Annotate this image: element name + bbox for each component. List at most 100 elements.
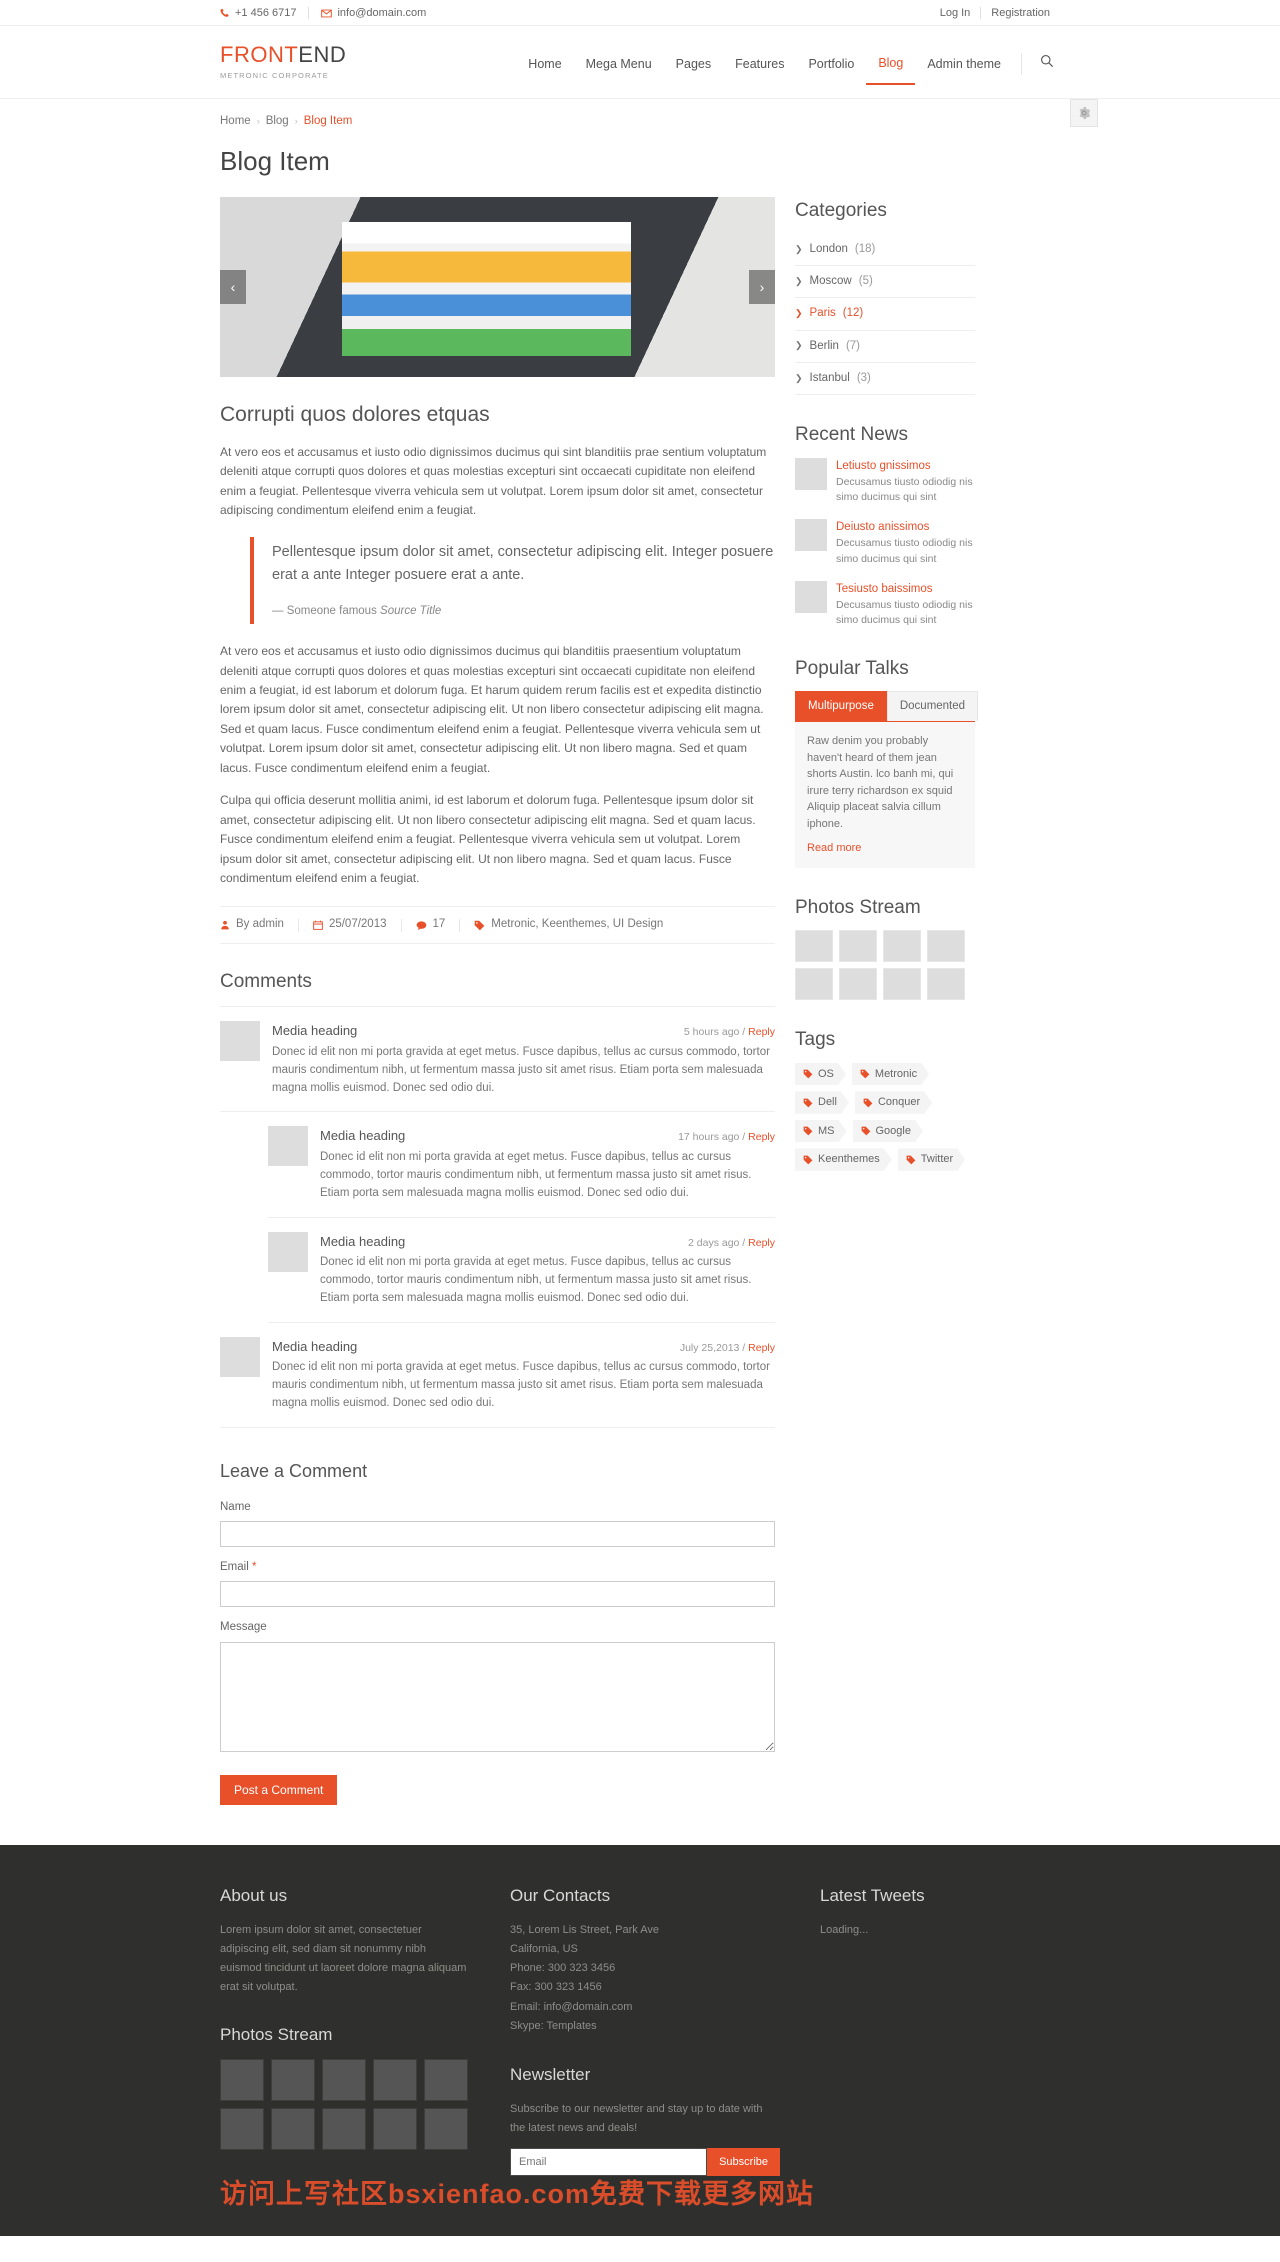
tag-dell[interactable]: Dell	[795, 1091, 849, 1114]
blockquote-source: — Someone famous Source Title	[272, 603, 775, 620]
divider	[1021, 53, 1022, 75]
avatar	[268, 1126, 308, 1167]
news-title-link[interactable]: Letiusto gnissimos	[836, 458, 975, 475]
tab-documented[interactable]: Documented	[886, 691, 979, 722]
photo-thumbnail[interactable]	[839, 930, 877, 963]
photos-stream-heading: Photos Stream	[795, 896, 921, 918]
read-more-link[interactable]: Read more	[807, 840, 861, 857]
newsletter-subscribe-button[interactable]: Subscribe	[707, 2148, 780, 2177]
tags-heading: Tags	[795, 1029, 836, 1051]
breadcrumb-blog[interactable]: Blog	[266, 113, 289, 130]
tag-icon	[803, 1098, 813, 1108]
photo-thumbnail[interactable]	[322, 2108, 366, 2151]
comment-reply-link[interactable]: Reply	[748, 1131, 775, 1143]
photo-thumbnail[interactable]	[927, 930, 965, 963]
comments-list: Media heading 5 hours ago / Reply Donec …	[220, 1006, 775, 1428]
tag-ms[interactable]: MS	[795, 1120, 847, 1143]
comment-text: Donec id elit non mi porta gravida at eg…	[320, 1151, 752, 1199]
category-label: London	[809, 242, 848, 255]
recent-news-heading: Recent News	[795, 424, 908, 445]
category-item-moscow[interactable]: ❯ Moscow (5)	[795, 266, 975, 297]
envelope-icon	[321, 9, 333, 17]
photo-thumbnail[interactable]	[927, 968, 965, 1001]
comment-item: Media heading 2 days ago / Reply Donec i…	[268, 1218, 775, 1323]
category-item-istanbul[interactable]: ❯ Istanbul (3)	[795, 363, 975, 394]
photo-thumbnail[interactable]	[883, 930, 921, 963]
popular-talks-panel: Raw denim you probably haven't heard of …	[795, 722, 975, 868]
photo-thumbnail[interactable]	[373, 2059, 417, 2102]
newsletter-email-input[interactable]	[510, 2148, 708, 2177]
footer-tweets-column: Latest Tweets Loading...	[820, 1883, 1050, 1940]
list-item: ❯ Istanbul (3)	[795, 363, 975, 395]
comment-reply-link[interactable]: Reply	[748, 1026, 775, 1038]
contact-email[interactable]: Email: info@domain.com	[510, 1998, 780, 2017]
nav-item-mega-menu[interactable]: Mega Menu	[574, 44, 664, 84]
footer-about-column: About us Lorem ipsum dolor sit amet, con…	[220, 1883, 470, 2151]
tag-label: Google	[875, 1124, 911, 1137]
email-input[interactable]	[220, 1581, 775, 1608]
post-comment-button[interactable]: Post a Comment	[220, 1775, 338, 1806]
photo-thumbnail[interactable]	[424, 2108, 468, 2151]
tag-label: Metronic	[874, 1067, 918, 1080]
category-label: Berlin	[809, 339, 839, 352]
required-marker: *	[251, 1561, 257, 1574]
login-link[interactable]: Log In	[930, 5, 981, 22]
photo-thumbnail[interactable]	[839, 968, 877, 1001]
tag-icon	[803, 1126, 813, 1136]
tag-label: Dell	[818, 1096, 837, 1109]
category-item-paris[interactable]: ❯ Paris (12)	[795, 298, 975, 329]
comment-reply-link[interactable]: Reply	[748, 1342, 775, 1354]
photo-thumbnail[interactable]	[220, 2108, 264, 2151]
logo-text-front: FRONT	[220, 42, 299, 67]
breadcrumb-home[interactable]: Home	[220, 113, 251, 130]
theme-settings-button[interactable]	[1070, 99, 1098, 127]
nav-item-features[interactable]: Features	[723, 44, 796, 84]
message-textarea[interactable]	[220, 1641, 775, 1752]
photo-thumbnail[interactable]	[795, 930, 833, 963]
news-description: Decusamus tiusto odiodig nis simo ducimu…	[836, 599, 973, 627]
comment-time-label: July 25,2013 /	[679, 1341, 749, 1354]
photo-thumbnail[interactable]	[795, 968, 833, 1001]
tag-os[interactable]: OS	[795, 1063, 846, 1086]
comment-item: Media heading July 25,2013 / Reply Donec…	[220, 1323, 775, 1428]
category-item-london[interactable]: ❯ London (18)	[795, 234, 975, 265]
search-button[interactable]	[1030, 54, 1060, 74]
category-item-berlin[interactable]: ❯ Berlin (7)	[795, 331, 975, 362]
divider	[308, 7, 310, 19]
chevron-right-icon: ❯	[795, 308, 803, 319]
photo-thumbnail[interactable]	[424, 2059, 468, 2102]
nav-item-pages[interactable]: Pages	[664, 44, 723, 84]
comment-reply-link[interactable]: Reply	[748, 1237, 775, 1249]
tag-google[interactable]: Google	[853, 1120, 923, 1143]
tag-metronic[interactable]: Metronic	[852, 1063, 929, 1086]
news-title-link[interactable]: Tesiusto baissimos	[836, 581, 975, 598]
registration-link[interactable]: Registration	[981, 5, 1060, 22]
slider-next-button[interactable]: ›	[749, 270, 775, 305]
site-logo[interactable]: FRONTEND METRONIC CORPORATE	[220, 44, 346, 81]
post-image-slider[interactable]: ‹ ›	[220, 197, 775, 378]
photo-thumbnail[interactable]	[373, 2108, 417, 2151]
slider-prev-button[interactable]: ‹	[220, 270, 246, 305]
nav-item-portfolio[interactable]: Portfolio	[796, 44, 866, 84]
nav-item-admin-theme[interactable]: Admin theme	[915, 44, 1013, 84]
tab-multipurpose[interactable]: Multipurpose	[795, 691, 887, 722]
photo-thumbnail[interactable]	[220, 2059, 264, 2102]
tag-label: OS	[818, 1067, 834, 1080]
phone-info: +1 456 6717	[220, 5, 308, 22]
blockquote-source-title: Source Title	[380, 604, 442, 617]
photo-thumbnail[interactable]	[322, 2059, 366, 2102]
nav-item-home[interactable]: Home	[516, 44, 573, 84]
photo-thumbnail[interactable]	[271, 2108, 315, 2151]
photo-thumbnail[interactable]	[883, 968, 921, 1001]
list-item: ❯ Moscow (5)	[795, 266, 975, 299]
news-title-link[interactable]: Deiusto anissimos	[836, 519, 975, 536]
nav-item-blog[interactable]: Blog	[866, 43, 916, 85]
photo-thumbnail[interactable]	[271, 2059, 315, 2102]
user-icon	[221, 920, 229, 930]
photos-stream-grid	[795, 930, 975, 1001]
chevron-right-icon: ❯	[795, 275, 803, 286]
tag-twitter[interactable]: Twitter	[898, 1148, 965, 1171]
name-input[interactable]	[220, 1521, 775, 1548]
tag-conquer[interactable]: Conquer	[855, 1091, 932, 1114]
tag-keenthemes[interactable]: Keenthemes	[795, 1148, 892, 1171]
